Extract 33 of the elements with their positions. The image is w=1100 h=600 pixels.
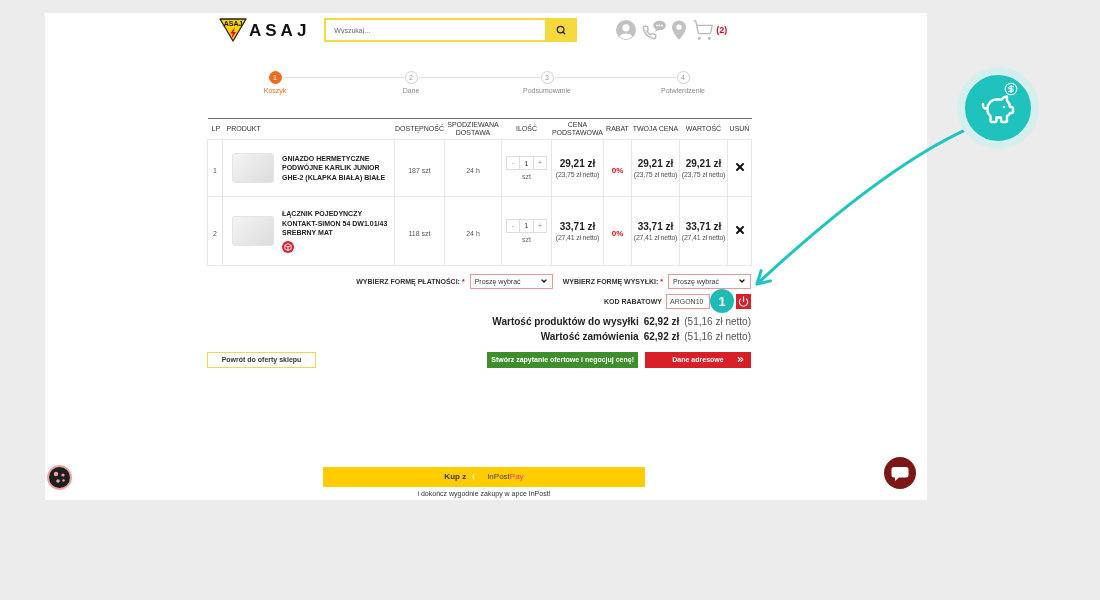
- price-text: 29,21 zł: [559, 158, 596, 169]
- price-text: 29,21 zł: [637, 158, 674, 169]
- cookie-icon[interactable]: [47, 465, 72, 490]
- inpost-pay-banner[interactable]: Kup z InPostPay: [323, 466, 645, 487]
- photo-placeholder: [232, 153, 274, 183]
- power-icon: [738, 295, 749, 307]
- chevron-down-icon: [738, 277, 746, 285]
- discount-text: 0%: [611, 228, 624, 238]
- price-text: 33,71 zł: [559, 220, 596, 232]
- apply-coupon-button[interactable]: [736, 293, 751, 309]
- cart-count[interactable]: (2): [716, 25, 728, 35]
- remove-icon[interactable]: [733, 161, 746, 173]
- search-icon: [556, 25, 567, 35]
- logo-text[interactable]: ASAJ: [249, 21, 311, 39]
- discount-text: 0%: [611, 166, 624, 175]
- search-button[interactable]: [545, 18, 578, 42]
- total-amount: 62,92 zł: [643, 314, 680, 329]
- price-text: 29,21 zł: [685, 158, 722, 169]
- remove-icon[interactable]: [733, 223, 746, 236]
- banner-text: Kup z: [444, 472, 467, 481]
- step-badge: 1: [710, 289, 734, 313]
- total-label: Wartość produktów do wysyłki: [492, 314, 639, 329]
- total-amount: 62,92 zł: [643, 329, 680, 344]
- total-net: (51,16 zł netto): [684, 314, 751, 329]
- photo-placeholder: [232, 215, 274, 246]
- price-text: 33,71 zł: [685, 220, 722, 232]
- double-chevron-icon: [736, 355, 745, 364]
- total-net: (51,16 zł netto): [684, 329, 751, 344]
- total-label: Wartość zamówienia: [540, 329, 639, 344]
- inpost-pay-logo: InPostPay: [487, 472, 524, 481]
- chevron-down-icon: [539, 277, 548, 285]
- price-text: 33,71 zł: [637, 220, 674, 232]
- chat-icon[interactable]: [884, 457, 916, 489]
